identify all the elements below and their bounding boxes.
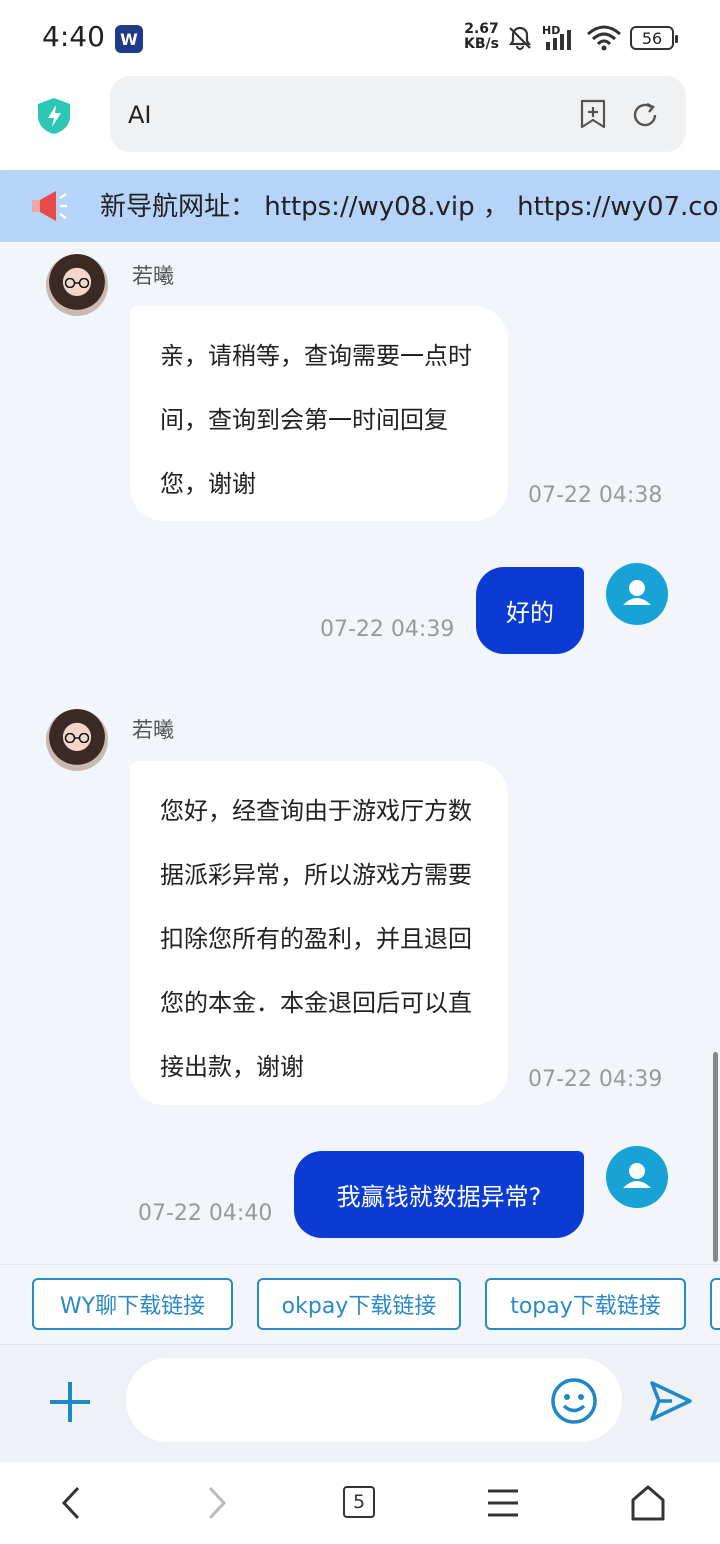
message-time: 07-22 04:40 (138, 1201, 273, 1226)
sender-name: 若曦 (132, 718, 174, 742)
battery-indicator: 56 (630, 26, 678, 50)
home-icon[interactable] (630, 1484, 666, 1522)
signal-icon (546, 30, 571, 50)
agent-message-bubble[interactable]: 您好，经查询由于游戏厅方数据派彩异常，所以游戏方需要扣除您所有的盈利，并且退回您… (130, 761, 508, 1105)
quick-link-wy-download[interactable]: WY聊下载链接 (32, 1278, 233, 1330)
emoji-icon[interactable] (550, 1377, 598, 1425)
status-time: 4:40 (42, 20, 105, 53)
status-bar: 4:40 W 2.67 KB/s HD 56 (0, 0, 720, 76)
user-icon (623, 580, 651, 605)
quick-link-okpay-download[interactable]: okpay下载链接 (257, 1278, 461, 1330)
menu-icon[interactable] (486, 1488, 520, 1518)
user-message-bubble[interactable]: 我赢钱就数据异常? (294, 1151, 584, 1238)
address-text[interactable]: AI (128, 101, 152, 129)
user-message-bubble[interactable]: 好的 (476, 567, 584, 654)
user-avatar[interactable] (606, 1146, 668, 1208)
wifi-icon (587, 25, 621, 51)
glasses-icon (64, 733, 90, 743)
network-speed: 2.67 KB/s (464, 22, 499, 52)
app-notification-icon: W (115, 25, 143, 53)
glasses-icon (64, 278, 90, 288)
agent-avatar[interactable] (46, 709, 108, 771)
quick-link-topay-download[interactable]: topay下载链接 (485, 1278, 686, 1330)
message-time: 07-22 04:39 (320, 617, 455, 642)
agent-message-bubble[interactable]: 亲，请稍等，查询需要一点时间，查询到会第一时间回复您，谢谢 (130, 306, 508, 521)
plus-icon[interactable] (46, 1378, 94, 1426)
announcement-text[interactable]: 新导航网址： https://wy08.vip ， https://wy07.c… (100, 186, 720, 223)
agent-avatar[interactable] (46, 254, 108, 316)
sender-name: 若曦 (132, 264, 174, 288)
user-icon (623, 1163, 651, 1188)
forward-icon[interactable] (204, 1484, 230, 1522)
megaphone-icon (32, 191, 67, 221)
network-speed-unit: KB/s (464, 36, 499, 52)
quick-link-partial[interactable] (710, 1278, 720, 1330)
message-time: 07-22 04:38 (528, 483, 663, 508)
chat-scrollbar[interactable] (713, 1052, 718, 1262)
security-shield-icon[interactable] (36, 96, 72, 136)
message-time: 07-22 04:39 (528, 1067, 663, 1092)
tabs-button[interactable]: 5 (343, 1486, 375, 1518)
back-icon[interactable] (58, 1484, 84, 1522)
message-input[interactable] (126, 1358, 622, 1442)
refresh-icon[interactable] (630, 100, 660, 130)
add-bookmark-icon[interactable] (578, 98, 608, 130)
user-avatar[interactable] (606, 563, 668, 625)
network-speed-value: 2.67 (464, 21, 499, 37)
mute-bell-icon (508, 26, 532, 50)
chat-messages[interactable]: 若曦 亲，请稍等，查询需要一点时间，查询到会第一时间回复您，谢谢 07-22 0… (0, 242, 720, 1264)
send-icon[interactable] (648, 1379, 694, 1423)
